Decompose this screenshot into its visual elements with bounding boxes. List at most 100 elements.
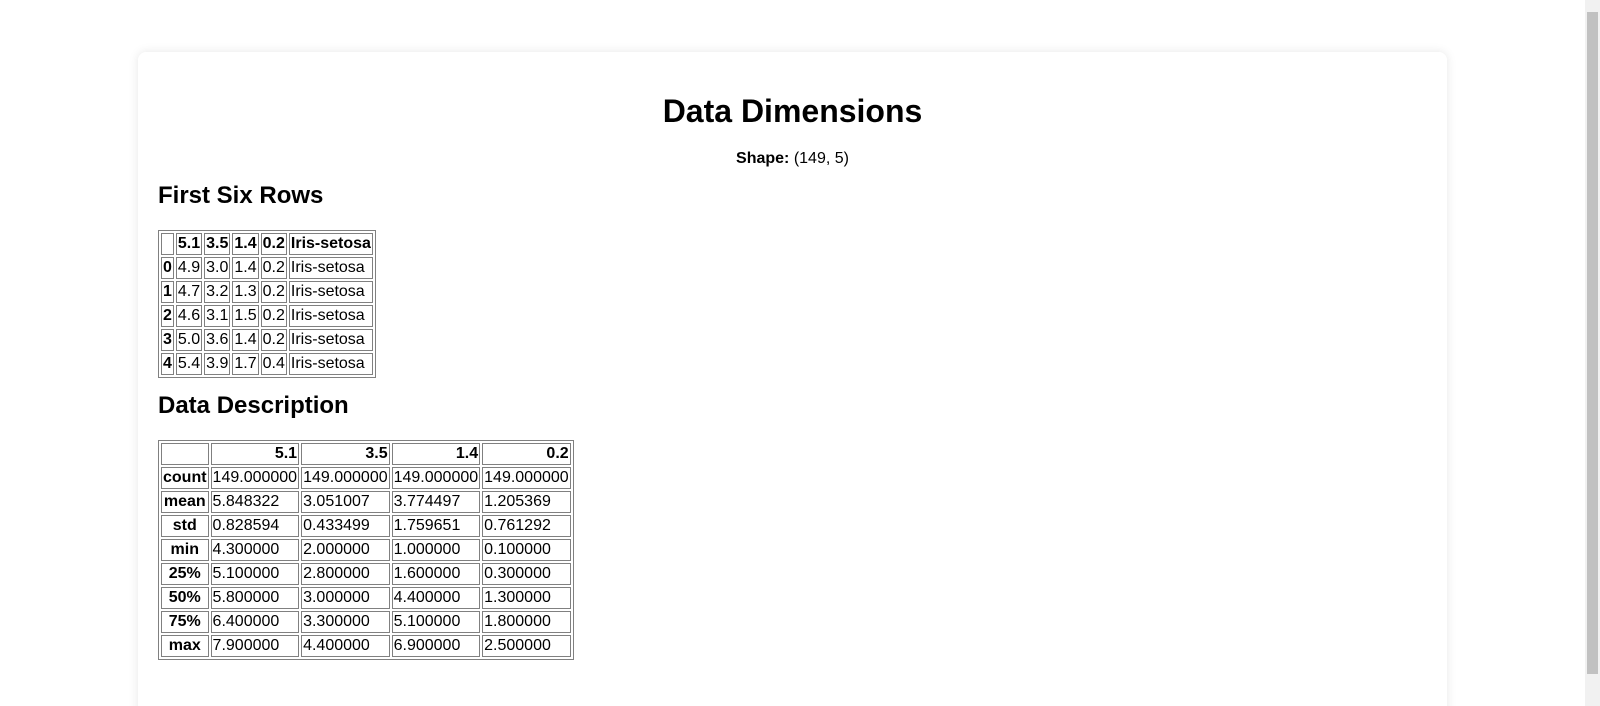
shape-line: Shape: (149, 5)	[158, 150, 1427, 168]
column-header: 3.5	[301, 443, 390, 465]
vertical-scrollbar[interactable]	[1585, 0, 1600, 706]
row-index: 25%	[161, 563, 209, 585]
table-cell: 2.500000	[482, 635, 571, 657]
column-header: 0.2	[260, 233, 287, 255]
table-row: 75% 6.400000 3.300000 5.100000 1.800000	[161, 611, 571, 633]
table-cell: 149.000000	[391, 467, 481, 489]
row-index: min	[161, 539, 209, 561]
table-cell: 3.774497	[391, 491, 481, 513]
table-cell: 3.6	[204, 329, 231, 351]
description-table: 5.1 3.5 1.4 0.2 count 149.000000 149.000000 14…	[158, 440, 574, 660]
table-cell: 6.900000	[391, 635, 481, 657]
table-cell: 5.800000	[210, 587, 300, 609]
shape-value: (149, 5)	[793, 150, 849, 167]
table-cell: 3.0	[204, 257, 231, 279]
table-row: 4 5.4 3.9 1.7 0.4 Iris-setosa	[161, 353, 373, 375]
table-cell: 2.800000	[301, 563, 390, 585]
page-title: Data Dimensions	[662, 93, 923, 129]
table-row: min 4.300000 2.000000 1.000000 0.100000	[161, 539, 571, 561]
table-cell: 5.100000	[210, 563, 300, 585]
table-cell: 0.4	[260, 353, 287, 375]
table-cell: 1.205369	[482, 491, 571, 513]
column-header	[161, 233, 174, 255]
table-cell: 0.828594	[210, 515, 300, 537]
column-header: 1.4	[391, 443, 481, 465]
table-cell: 0.100000	[482, 539, 571, 561]
row-index: count	[161, 467, 209, 489]
table-header-row: 5.1 3.5 1.4 0.2	[161, 443, 571, 465]
table-cell: 0.300000	[482, 563, 571, 585]
row-index: 50%	[161, 587, 209, 609]
column-header: 0.2	[482, 443, 571, 465]
table-cell: Iris-setosa	[288, 281, 373, 303]
table-cell: 4.6	[175, 305, 203, 327]
table-row: 1 4.7 3.2 1.3 0.2 Iris-setosa	[161, 281, 373, 303]
table-cell: 3.300000	[301, 611, 390, 633]
row-index: mean	[161, 491, 209, 513]
table-cell: 1.600000	[391, 563, 481, 585]
table-cell: 2.000000	[301, 539, 390, 561]
table-row: max 7.900000 4.400000 6.900000 2.500000	[161, 635, 571, 657]
column-header: 5.1	[175, 233, 203, 255]
table-cell: 5.4	[175, 353, 203, 375]
row-index: std	[161, 515, 209, 537]
table-cell: 3.051007	[301, 491, 390, 513]
table-cell: 1.5	[232, 305, 259, 327]
table-cell: 4.7	[175, 281, 203, 303]
table-cell: 5.0	[175, 329, 203, 351]
table-cell: 0.433499	[301, 515, 390, 537]
page: Data Dimensions Shape: (149, 5) First Si…	[0, 0, 1600, 706]
table-cell: 1.4	[232, 257, 259, 279]
table-cell: Iris-setosa	[288, 329, 373, 351]
table-cell: 149.000000	[301, 467, 390, 489]
table-cell: 4.300000	[210, 539, 300, 561]
scrollbar-thumb[interactable]	[1587, 12, 1598, 674]
table-cell: Iris-setosa	[288, 305, 373, 327]
table-cell: 1.000000	[391, 539, 481, 561]
table-row: 25% 5.100000 2.800000 1.600000 0.300000	[161, 563, 571, 585]
table-cell: Iris-setosa	[288, 257, 373, 279]
row-index: 75%	[161, 611, 209, 633]
table-cell: 149.000000	[482, 467, 571, 489]
table-cell: 0.2	[260, 329, 287, 351]
table-row: 50% 5.800000 3.000000 4.400000 1.300000	[161, 587, 571, 609]
table-cell: 1.7	[232, 353, 259, 375]
table-cell: 0.2	[260, 257, 287, 279]
table-cell: 0.761292	[482, 515, 571, 537]
row-index: 0	[161, 257, 174, 279]
table-cell: Iris-setosa	[288, 353, 373, 375]
table-header-row: 5.1 3.5 1.4 0.2 Iris-setosa	[161, 233, 373, 255]
table-cell: 3.9	[204, 353, 231, 375]
table-cell: 149.000000	[210, 467, 300, 489]
table-cell: 0.2	[260, 281, 287, 303]
table-cell: 3.2	[204, 281, 231, 303]
row-index: max	[161, 635, 209, 657]
table-cell: 1.759651	[391, 515, 481, 537]
first-rows-heading: First Six Rows	[158, 182, 324, 209]
table-row: 0 4.9 3.0 1.4 0.2 Iris-setosa	[161, 257, 373, 279]
column-header: 1.4	[232, 233, 259, 255]
table-cell: 4.400000	[391, 587, 481, 609]
content-card: Data Dimensions Shape: (149, 5) First Si…	[138, 52, 1447, 706]
column-header	[161, 443, 209, 465]
description-heading: Data Description	[158, 392, 349, 419]
row-index: 3	[161, 329, 174, 351]
row-index: 2	[161, 305, 174, 327]
table-cell: 5.848322	[210, 491, 300, 513]
table-row: 2 4.6 3.1 1.5 0.2 Iris-setosa	[161, 305, 373, 327]
table-cell: 4.400000	[301, 635, 390, 657]
first-rows-table: 5.1 3.5 1.4 0.2 Iris-setosa 0 4.9 3.0 1.4 0.2 Iri…	[158, 230, 376, 378]
shape-label: Shape:	[736, 150, 790, 167]
table-cell: 1.3	[232, 281, 259, 303]
table-cell: 1.800000	[482, 611, 571, 633]
table-row: 3 5.0 3.6 1.4 0.2 Iris-setosa	[161, 329, 373, 351]
table-cell: 0.2	[260, 305, 287, 327]
column-header: 5.1	[210, 443, 300, 465]
table-cell: 3.1	[204, 305, 231, 327]
table-cell: 3.000000	[301, 587, 390, 609]
table-row: std 0.828594 0.433499 1.759651 0.761292	[161, 515, 571, 537]
column-header: 3.5	[204, 233, 231, 255]
table-cell: 5.100000	[391, 611, 481, 633]
table-row: count 149.000000 149.000000 149.000000 149.0…	[161, 467, 571, 489]
row-index: 1	[161, 281, 174, 303]
